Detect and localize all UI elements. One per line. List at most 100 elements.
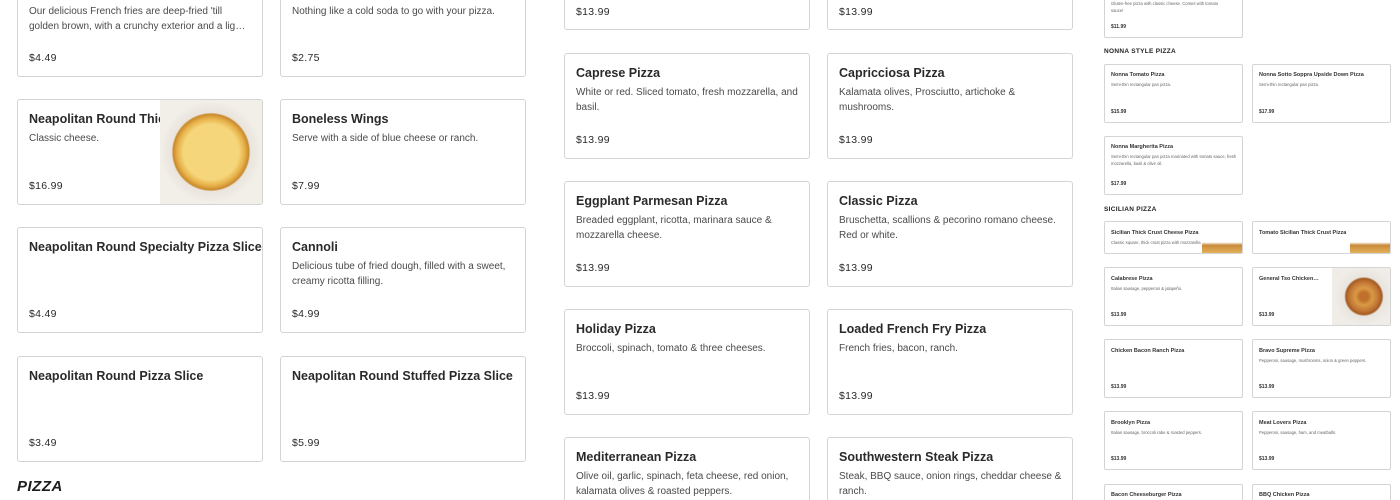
item-name: Nonna Sotto Soppra Upside Down Pizza <box>1259 72 1364 78</box>
item-price: $13.99 <box>576 6 610 18</box>
menu-item-neapolitan-round-thick[interactable]: Neapolitan Round Thick Classic cheese. $… <box>17 99 263 205</box>
item-description: Semi-thin rectangular pan pizza marinate… <box>1111 154 1237 166</box>
section-title-sicilian: SICILIAN PIZZA <box>1104 206 1157 213</box>
pizza-photo <box>1332 268 1390 325</box>
item-name: Calabrese Pizza <box>1111 276 1153 282</box>
menu-item-cannoli[interactable]: Cannoli Delicious tube of fried dough, f… <box>280 227 526 333</box>
item-price: $13.99 <box>1111 384 1127 390</box>
menu-item-capricciosa-pizza[interactable]: Capricciosa Pizza Kalamata olives, Prosc… <box>827 53 1073 159</box>
item-name: Neapolitan Round Specialty Pizza Slice <box>29 240 262 254</box>
item-price: $5.99 <box>292 437 320 449</box>
item-name: Meat Lovers Pizza <box>1259 420 1307 426</box>
item-description: French fries, bacon, ranch. <box>839 343 958 354</box>
item-description: Gluten-free pizza with classic cheese. C… <box>1111 1 1219 13</box>
item-price: $7.99 <box>292 180 320 192</box>
item-name: Chicken Bacon Ranch Pizza <box>1111 348 1185 354</box>
item-price: $13.99 <box>1259 312 1275 318</box>
menu-item-neapolitan-stuffed-slice[interactable]: Neapolitan Round Stuffed Pizza Slice $5.… <box>280 356 526 462</box>
item-price: $13.99 <box>1111 456 1127 462</box>
item-name: Nonna Tomato Pizza <box>1111 72 1165 78</box>
item-name: Bravo Supreme Pizza <box>1259 348 1315 354</box>
item-price: $13.99 <box>839 6 873 18</box>
pizza-photo <box>1202 222 1242 253</box>
menu-item-nonna-tomato[interactable]: Nonna Tomato Pizza Semi-thin rectangular… <box>1104 64 1243 123</box>
item-name: Holiday Pizza <box>576 322 656 336</box>
item-price: $13.99 <box>839 262 873 274</box>
menu-item-neapolitan-specialty-slice[interactable]: Neapolitan Round Specialty Pizza Slice $… <box>17 227 263 333</box>
menu-item-loaded-french-fry-pizza[interactable]: Loaded French Fry Pizza French fries, ba… <box>827 309 1073 415</box>
item-price: $3.49 <box>29 437 57 449</box>
item-description: Serve with a side of blue cheese or ranc… <box>292 133 479 144</box>
item-description: Nothing like a cold soda to go with your… <box>292 6 495 17</box>
menu-item-pizza-top[interactable]: $13.99 <box>564 0 810 30</box>
item-description: Pepperoni, sausage, ham, and meatballs. <box>1259 430 1337 435</box>
item-name: Capricciosa Pizza <box>839 66 945 80</box>
item-description: Broccoli, spinach, tomato & three cheese… <box>576 343 766 354</box>
menu-item-bacon-cheeseburger[interactable]: Bacon Cheeseburger Pizza <box>1104 484 1243 500</box>
item-description: Breaded eggplant, ricotta, marinara sauc… <box>576 215 772 241</box>
menu-item-pizza-top-2[interactable]: $13.99 <box>827 0 1073 30</box>
menu-item-southwestern-steak-pizza[interactable]: Southwestern Steak Pizza Steak, BBQ sauc… <box>827 437 1073 500</box>
menu-item-sicilian-cheese[interactable]: Sicilian Thick Crust Cheese Pizza Classi… <box>1104 221 1243 254</box>
item-name: Mediterranean Pizza <box>576 450 697 464</box>
item-price: $4.49 <box>29 308 57 320</box>
pizza-photo <box>160 100 262 204</box>
item-name: Nonna Margherita Pizza <box>1111 144 1174 150</box>
section-title-pizza: PIZZA <box>17 478 63 495</box>
item-price: $2.75 <box>292 52 320 64</box>
item-price: $11.99 <box>1111 24 1127 30</box>
item-price: $17.99 <box>1259 109 1275 115</box>
item-name: Sicilian Thick Crust Cheese Pizza <box>1111 230 1199 236</box>
menu-item-nonna-sotto-soppra[interactable]: Nonna Sotto Soppra Upside Down Pizza Sem… <box>1252 64 1391 123</box>
menu-item-soda[interactable]: Nothing like a cold soda to go with your… <box>280 0 526 77</box>
item-name: Tomato Sicilian Thick Crust Pizza <box>1259 230 1347 236</box>
item-name: Brooklyn Pizza <box>1111 420 1151 426</box>
item-name: General Tso Chicken… <box>1259 276 1319 282</box>
menu-item-calabrese[interactable]: Calabrese Pizza Italian sausage, peppero… <box>1104 267 1243 326</box>
menu-item-classic-pizza[interactable]: Classic Pizza Bruschetta, scallions & pe… <box>827 181 1073 287</box>
item-name: Neapolitan Round Thick <box>29 112 173 126</box>
item-description: Italian sausage, pepperoni & jalapeño. <box>1111 286 1183 291</box>
section-title-nonna-style: NONNA STYLE PIZZA <box>1104 48 1177 55</box>
item-price: $4.49 <box>29 52 57 64</box>
item-name: Boneless Wings <box>292 112 389 126</box>
menu-item-chicken-bacon-ranch[interactable]: Chicken Bacon Ranch Pizza $13.99 <box>1104 339 1243 398</box>
item-name: Caprese Pizza <box>576 66 661 80</box>
item-description: Semi-thin rectangular pan pizza. <box>1111 82 1172 87</box>
item-description: Pepperoni, sausage, mushrooms, onion & g… <box>1259 358 1367 363</box>
menu-item-brooklyn[interactable]: Brooklyn Pizza Italian sausage, broccoli… <box>1104 411 1243 470</box>
menu-item-mediterranean-pizza[interactable]: Mediterranean Pizza Olive oil, garlic, s… <box>564 437 810 500</box>
menu-item-bravo-supreme[interactable]: Bravo Supreme Pizza Pepperoni, sausage, … <box>1252 339 1391 398</box>
item-description: Semi-thin rectangular pan pizza. <box>1259 82 1320 87</box>
item-price: $13.99 <box>1259 456 1275 462</box>
item-name: BBQ Chicken Pizza <box>1259 492 1310 498</box>
item-description: Bruschetta, scallions & pecorino romano … <box>839 215 1056 241</box>
item-description: Italian sausage, broccoli rabe & roasted… <box>1111 430 1203 435</box>
item-description: Steak, BBQ sauce, onion rings, cheddar c… <box>839 471 1062 497</box>
menu-item-eggplant-parmesan-pizza[interactable]: Eggplant Parmesan Pizza Breaded eggplant… <box>564 181 810 287</box>
item-price: $16.99 <box>29 180 63 192</box>
menu-item-bbq-chicken[interactable]: BBQ Chicken Pizza <box>1252 484 1391 500</box>
item-price: $13.99 <box>576 390 610 402</box>
menu-item-boneless-wings[interactable]: Boneless Wings Serve with a side of blue… <box>280 99 526 205</box>
menu-item-french-fries[interactable]: Our delicious French fries are deep-frie… <box>17 0 263 77</box>
menu-item-caprese-pizza[interactable]: Caprese Pizza White or red. Sliced tomat… <box>564 53 810 159</box>
item-name: Eggplant Parmesan Pizza <box>576 194 728 208</box>
menu-item-holiday-pizza[interactable]: Holiday Pizza Broccoli, spinach, tomato … <box>564 309 810 415</box>
item-name: Neapolitan Round Pizza Slice <box>29 369 204 383</box>
item-description: White or red. Sliced tomato, fresh mozza… <box>576 87 798 113</box>
item-name: Classic Pizza <box>839 194 918 208</box>
item-description: Olive oil, garlic, spinach, feta cheese,… <box>576 471 789 497</box>
item-name: Southwestern Steak Pizza <box>839 450 994 464</box>
menu-item-nonna-margherita[interactable]: Nonna Margherita Pizza Semi-thin rectang… <box>1104 136 1243 195</box>
item-name: Bacon Cheeseburger Pizza <box>1111 492 1182 498</box>
menu-item-tomato-sicilian[interactable]: Tomato Sicilian Thick Crust Pizza <box>1252 221 1391 254</box>
item-description: Our delicious French fries are deep-frie… <box>29 6 246 32</box>
menu-item-general-tso-chicken[interactable]: General Tso Chicken… $13.99 <box>1252 267 1391 326</box>
menu-item-neapolitan-pizza-slice[interactable]: Neapolitan Round Pizza Slice $3.49 <box>17 356 263 462</box>
menu-item-gluten-free-pizza[interactable]: Gluten-free pizza with classic cheese. C… <box>1104 0 1243 38</box>
menu-item-meat-lovers[interactable]: Meat Lovers Pizza Pepperoni, sausage, ha… <box>1252 411 1391 470</box>
item-price: $15.99 <box>1111 109 1127 115</box>
item-description: Kalamata olives, Prosciutto, artichoke &… <box>839 87 1016 113</box>
item-price: $13.99 <box>576 262 610 274</box>
